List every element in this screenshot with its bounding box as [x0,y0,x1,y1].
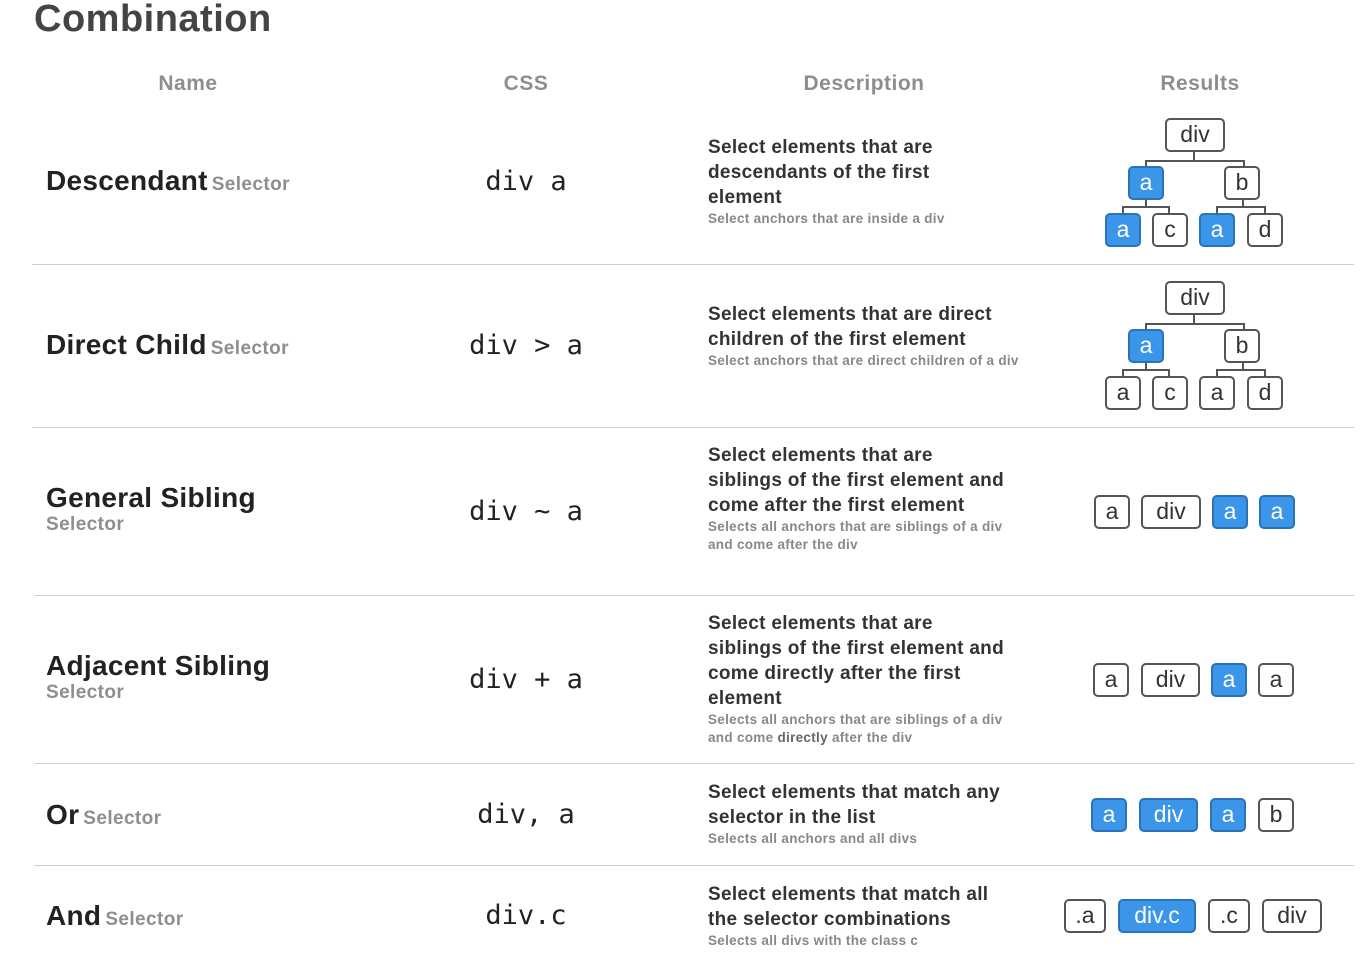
result-item: div [1139,798,1198,832]
table-header: Name CSS Description Results [0,72,1368,102]
description: Select elements that are direct children… [708,302,1028,370]
selector-name-main: Descendant [46,165,208,196]
tree-leaf: c [1152,376,1188,410]
result-item: a [1091,798,1127,832]
description-main: Select elements that are siblings of the… [708,613,1004,709]
header-description: Description [803,72,925,95]
tree-node-root: div [1165,281,1225,315]
result-item: div [1141,495,1201,529]
tree-node-left: a [1128,329,1164,363]
tree-leaf: a [1199,213,1235,247]
selector-name: General Sibling Selector [46,482,256,536]
css-code: div + a [469,664,583,695]
row-divider [32,427,1354,428]
description-main: Select elements that match all the selec… [708,884,989,930]
tree-node-root: div [1165,118,1225,152]
description-example: Selects all anchors and all divs [708,831,918,846]
result-item: a [1258,663,1294,697]
css-code: div.c [485,900,567,931]
header-results: Results [1160,72,1240,95]
description-example: Selects all anchors that are siblings of… [708,712,1003,745]
page-title: Combination [34,0,272,40]
result-item: a [1094,495,1130,529]
result-item: div.c [1118,899,1196,933]
tree-leaf: c [1152,213,1188,247]
row-divider [32,264,1354,265]
selector-name-main: Direct Child [46,329,207,360]
description-example: Select anchors that are direct children … [708,353,1019,368]
result-item: a [1210,798,1246,832]
emphasis-directly: directly [764,663,835,684]
emphasis-directly: directly [777,729,828,745]
result-item: a [1093,663,1129,697]
result-item: .c [1208,899,1250,933]
tree-leaf: d [1247,376,1283,410]
selector-name: Descendant Selector [46,165,290,197]
selector-name: And Selector [46,900,184,932]
description: Select elements that are descendants of … [708,135,1008,228]
result-item: a [1212,495,1248,529]
selector-name-sub: Selector [83,808,162,829]
tree-node-right: b [1224,329,1260,363]
tree-node-right: b [1224,166,1260,200]
selector-name-main: Or [46,799,80,830]
result-item: div [1141,663,1200,697]
description-main: Select elements that are siblings of the… [708,445,1004,516]
description-example: Selects all divs with the class c [708,933,919,948]
row-divider [34,763,1354,764]
selector-name-sub: Selector [210,338,289,359]
description: Select elements that are siblings of the… [708,611,1008,746]
result-item: b [1258,798,1294,832]
selector-name-sub: Selector [105,909,184,930]
tree-leaf: a [1199,376,1235,410]
selector-name-sub: Selector [211,174,290,195]
description-example: Select anchors that are inside a div [708,211,945,226]
result-item: a [1259,495,1295,529]
tree-leaf: a [1105,376,1141,410]
selector-name: Direct Child Selector [46,329,289,361]
css-code: div, a [477,799,575,830]
result-item: div [1262,899,1322,933]
description: Select elements that match any selector … [708,780,1008,848]
description: Select elements that are siblings of the… [708,443,1008,553]
description-main: Select elements that are direct children… [708,304,992,350]
tree-leaf: d [1247,213,1283,247]
selector-name: Or Selector [46,799,161,831]
header-name: Name [158,72,218,95]
description-main: Select elements that are descendants of … [708,137,933,208]
selector-name-main: And [46,900,102,931]
selector-name: Adjacent Sibling Selector [46,650,270,704]
description-example: Selects all anchors that are siblings of… [708,519,1003,552]
selector-name-main: General Sibling [46,482,256,513]
css-code: div a [485,166,567,197]
header-css: CSS [503,72,549,95]
selector-name-sub: Selector [46,682,125,703]
css-code: div ~ a [469,496,583,527]
result-item: .a [1064,899,1106,933]
tree-node-left: a [1128,166,1164,200]
row-divider [34,595,1354,596]
css-code: div > a [469,330,583,361]
selector-name-sub: Selector [46,514,125,535]
row-divider [34,865,1354,866]
selector-name-main: Adjacent Sibling [46,650,271,681]
description: Select elements that match all the selec… [708,882,1018,950]
description-main: Select elements that match any selector … [708,782,1000,828]
tree-leaf: a [1105,213,1141,247]
result-item: a [1211,663,1247,697]
